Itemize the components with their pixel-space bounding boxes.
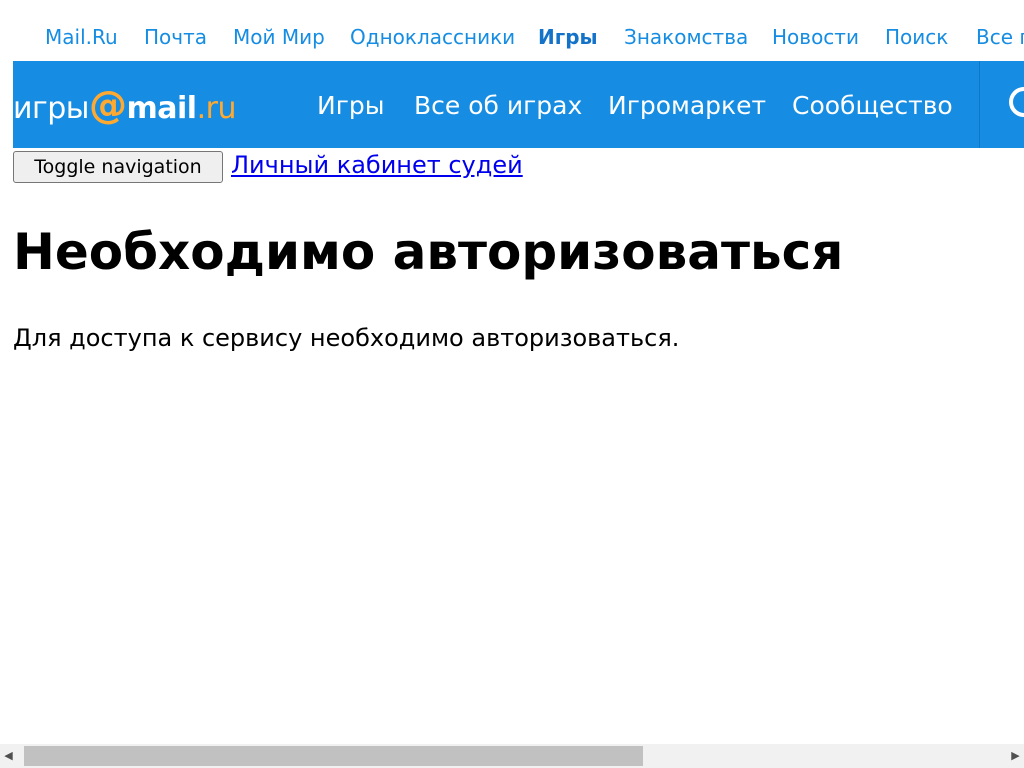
portal-link-odnoklassniki[interactable]: Одноклассники xyxy=(350,24,515,50)
header-nav-games[interactable]: Игры xyxy=(317,91,384,121)
games-mailru-logo[interactable]: игры@mail.ru xyxy=(13,83,236,127)
page-title: Необходимо авторизоваться xyxy=(13,223,844,281)
portal-link-news[interactable]: Новости xyxy=(772,24,859,50)
header-divider xyxy=(979,61,980,148)
portal-link-mail[interactable]: Почта xyxy=(144,24,207,50)
toggle-navigation-button[interactable]: Toggle navigation xyxy=(13,151,223,183)
judges-cabinet-link[interactable]: Личный кабинет судей xyxy=(231,148,523,182)
logo-ru: .ru xyxy=(196,91,237,126)
portal-link-mailru[interactable]: Mail.Ru xyxy=(45,24,118,50)
page: Mail.Ru Почта Мой Мир Одноклассники Игры… xyxy=(0,0,1024,768)
logo-mail: mail xyxy=(126,91,198,126)
portal-link-all-projects[interactable]: Все п xyxy=(976,24,1024,50)
header-nav-about-games[interactable]: Все об играх xyxy=(414,91,582,121)
auth-required-message: Для доступа к сервису необходимо авториз… xyxy=(13,324,680,352)
portal-link-my-world[interactable]: Мой Мир xyxy=(233,24,325,50)
triangle-left-icon[interactable]: ◀ xyxy=(0,744,17,768)
logo-at-sign: @ xyxy=(89,83,127,127)
at-icon[interactable] xyxy=(1009,87,1024,117)
horizontal-scrollbar[interactable]: ◀ ▶ xyxy=(0,744,1024,768)
header-nav-game-market[interactable]: Игромаркет xyxy=(608,91,766,121)
portal-link-games[interactable]: Игры xyxy=(538,24,598,50)
portal-link-search[interactable]: Поиск xyxy=(885,24,948,50)
triangle-right-icon[interactable]: ▶ xyxy=(1007,744,1024,768)
scrollbar-thumb[interactable] xyxy=(24,746,643,766)
portal-link-dating[interactable]: Знакомства xyxy=(624,24,748,50)
portal-nav-bar: Mail.Ru Почта Мой Мир Одноклассники Игры… xyxy=(0,0,1024,61)
logo-word: игры xyxy=(13,91,90,126)
header-nav-community[interactable]: Сообщество xyxy=(792,91,953,121)
games-header: игры@mail.ru Игры Все об играх Игромарке… xyxy=(13,61,1024,148)
